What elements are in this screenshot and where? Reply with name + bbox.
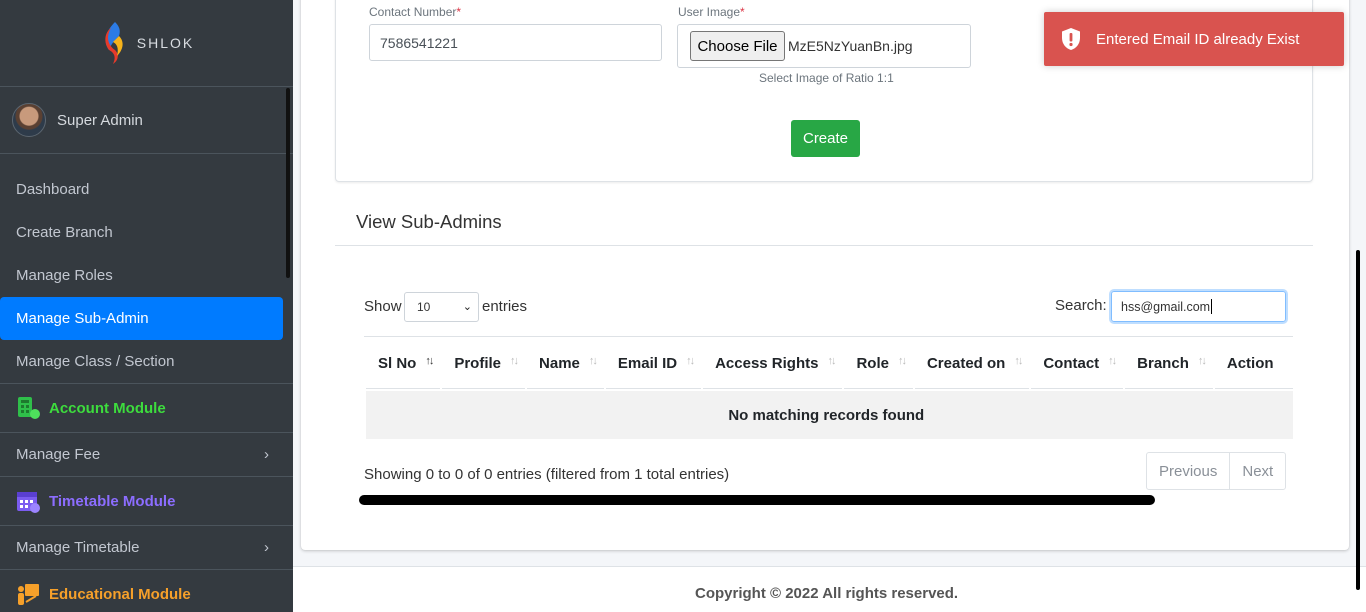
- account-module-header[interactable]: Account Module: [0, 383, 293, 433]
- table-row: No matching records found: [366, 391, 1293, 439]
- user-name[interactable]: Super Admin: [57, 112, 143, 129]
- sidebar-item-create-branch[interactable]: Create Branch: [0, 211, 293, 254]
- section-title: View Sub-Admins: [356, 211, 502, 232]
- empty-table-message: No matching records found: [366, 391, 1293, 439]
- show-label: Show: [364, 298, 402, 315]
- table-search-input[interactable]: hss@gmail.com: [1111, 291, 1286, 322]
- sort-icon: ↑↓: [686, 355, 695, 367]
- search-label: Search:: [1055, 297, 1107, 314]
- sidebar: SHLOK Super Admin Dashboard Create Branc…: [0, 0, 293, 612]
- create-button[interactable]: Create: [791, 120, 860, 157]
- column-header-access-rights[interactable]: Access Rights ↑↓: [703, 339, 843, 389]
- avatar[interactable]: [12, 103, 46, 137]
- educational-module-label: Educational Module: [49, 585, 191, 603]
- table-info: Showing 0 to 0 of 0 entries (filtered fr…: [364, 466, 730, 483]
- sidebar-item-manage-timetable[interactable]: Manage Timetable ›: [0, 526, 293, 569]
- timetable-module-icon: [17, 491, 40, 513]
- sidebar-item-label: Manage Roles: [16, 267, 113, 284]
- column-header-action[interactable]: Action: [1214, 339, 1293, 389]
- chevron-down-icon: ⌄: [462, 301, 472, 313]
- column-header-branch[interactable]: Branch ↑↓: [1125, 339, 1213, 389]
- sidebar-item-manage-sub-admin[interactable]: Manage Sub-Admin: [0, 297, 283, 340]
- brand-name: SHLOK: [136, 35, 195, 51]
- main-content: Contact Number* 7586541221 User Image* C…: [293, 0, 1366, 612]
- chevron-right-icon: ›: [264, 446, 269, 463]
- chevron-right-icon: ›: [264, 539, 269, 556]
- search-value: hss@gmail.com: [1121, 299, 1211, 314]
- contact-number-value: 7586541221: [380, 34, 458, 51]
- entries-length-select[interactable]: 10 ⌄: [404, 292, 479, 322]
- column-header-contact[interactable]: Contact ↑↓: [1031, 339, 1124, 389]
- column-header-email-id[interactable]: Email ID ↑↓: [605, 339, 702, 389]
- copyright-text: Copyright © 2022 All rights reserved.: [695, 585, 959, 602]
- column-header-name[interactable]: Name ↑↓: [527, 339, 604, 389]
- account-module-label: Account Module: [49, 399, 166, 417]
- timetable-module-label: Timetable Module: [49, 492, 176, 510]
- sort-icon: ↑↓: [897, 355, 907, 367]
- user-image-label: User Image*: [678, 5, 745, 19]
- sort-icon: ↑↓: [510, 355, 519, 367]
- user-panel[interactable]: Super Admin: [0, 87, 293, 154]
- sidebar-item-label: Create Branch: [16, 224, 113, 241]
- table-horizontal-scrollbar[interactable]: [359, 495, 1155, 505]
- sidebar-item-label: Manage Timetable: [16, 539, 140, 556]
- shlok-logo-icon: [105, 22, 123, 64]
- account-module-icon: [18, 396, 40, 419]
- text-cursor: [1211, 299, 1213, 314]
- next-page-button[interactable]: Next: [1229, 453, 1285, 489]
- sidebar-item-label: Manage Class / Section: [16, 353, 175, 370]
- sub-admins-table: Sl No ↑↓ Profile ↑↓ Name ↑↓ Email ID ↑↓ Acce…: [364, 336, 1293, 443]
- page-scrollbar[interactable]: [1356, 250, 1360, 590]
- entries-length-value: 10: [417, 300, 431, 314]
- sort-icon: ↑↓: [827, 355, 836, 367]
- column-header-created-on[interactable]: Created on ↑↓: [914, 339, 1030, 389]
- pagination: Previous Next: [1146, 452, 1287, 490]
- section-divider: [335, 245, 1313, 246]
- sidebar-item-dashboard[interactable]: Dashboard: [0, 168, 293, 211]
- sidebar-item-manage-fee[interactable]: Manage Fee ›: [0, 433, 293, 476]
- user-image-file-input[interactable]: Choose File MzE5NzYuanBn.jpg: [677, 24, 971, 68]
- choose-file-button[interactable]: Choose File: [690, 31, 785, 61]
- column-header-profile[interactable]: Profile ↑↓: [442, 339, 526, 389]
- shield-alert-icon: [1062, 28, 1080, 50]
- sort-icon: ↑↓: [1197, 355, 1207, 367]
- file-name: MzE5NzYuanBn.jpg: [788, 38, 913, 54]
- sidebar-item-manage-class-section[interactable]: Manage Class / Section: [0, 340, 293, 383]
- toast-message: Entered Email ID already Exist: [1096, 30, 1300, 48]
- educational-module-icon: [18, 583, 39, 605]
- sidebar-item-label: Manage Fee: [16, 446, 101, 463]
- image-hint: Select Image of Ratio 1:1: [759, 71, 894, 85]
- timetable-module-header[interactable]: Timetable Module: [0, 476, 293, 526]
- previous-page-button[interactable]: Previous: [1147, 453, 1229, 489]
- sort-asc-icon: ↑↓: [425, 355, 434, 367]
- sidebar-scrollbar[interactable]: [286, 88, 290, 278]
- column-header-role[interactable]: Role ↑↓: [844, 339, 913, 389]
- sidebar-item-label: Dashboard: [16, 181, 90, 198]
- brand[interactable]: SHLOK: [0, 0, 293, 87]
- educational-module-header[interactable]: Educational Module: [0, 569, 293, 612]
- entries-label: entries: [482, 298, 528, 315]
- sidebar-item-manage-roles[interactable]: Manage Roles: [0, 254, 293, 297]
- footer: Copyright © 2022 All rights reserved.: [293, 566, 1366, 612]
- column-header-sl-no[interactable]: Sl No ↑↓: [366, 339, 441, 389]
- contact-number-label: Contact Number*: [369, 5, 462, 19]
- sidebar-nav: Dashboard Create Branch Manage Roles Man…: [0, 154, 293, 383]
- error-toast[interactable]: Entered Email ID already Exist: [1044, 12, 1344, 66]
- contact-number-field[interactable]: 7586541221: [369, 24, 662, 61]
- sidebar-item-label: Manage Sub-Admin: [16, 310, 149, 327]
- sort-icon: ↑↓: [1108, 355, 1117, 367]
- sort-icon: ↑↓: [588, 355, 598, 367]
- table-header-row: Sl No ↑↓ Profile ↑↓ Name ↑↓ Email ID ↑↓ Acce…: [366, 339, 1293, 389]
- sort-icon: ↑↓: [1014, 355, 1023, 367]
